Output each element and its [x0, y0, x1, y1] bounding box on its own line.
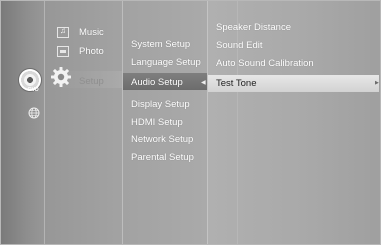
setup-item-display[interactable]: Display Setup — [131, 99, 190, 111]
disc-label: DVD — [28, 87, 39, 93]
setup-item-parental[interactable]: Parental Setup — [131, 152, 194, 164]
globe-icon[interactable] — [28, 107, 40, 119]
audio-item-speaker-distance[interactable]: Speaker Distance — [216, 22, 291, 34]
setup-menu-screen: DVD Music Photo Setup System Setup Langu… — [0, 0, 381, 245]
chevron-left-icon: ◀ — [201, 80, 206, 86]
side-icon-column — [1, 1, 44, 244]
setup-item-audio[interactable]: Audio Setup — [131, 77, 183, 89]
setup-item-hdmi[interactable]: HDMI Setup — [131, 117, 183, 129]
chevron-right-icon: ▶ — [375, 80, 379, 86]
audio-item-sound-edit[interactable]: Sound Edit — [216, 40, 262, 52]
setup-item-language[interactable]: Language Setup — [131, 57, 201, 69]
menu-item-music[interactable]: Music — [79, 27, 104, 39]
music-icon — [57, 26, 69, 38]
setup-item-system[interactable]: System Setup — [131, 39, 190, 51]
menu-item-setup[interactable]: Setup — [79, 76, 104, 88]
gear-icon — [51, 67, 71, 87]
setup-item-network[interactable]: Network Setup — [131, 134, 193, 146]
audio-item-test-tone[interactable]: Test Tone — [216, 78, 257, 90]
photo-icon — [57, 46, 69, 57]
audio-menu-column — [207, 1, 380, 244]
menu-item-photo[interactable]: Photo — [79, 46, 104, 58]
audio-item-auto-sound-calibration[interactable]: Auto Sound Calibration — [216, 58, 314, 70]
